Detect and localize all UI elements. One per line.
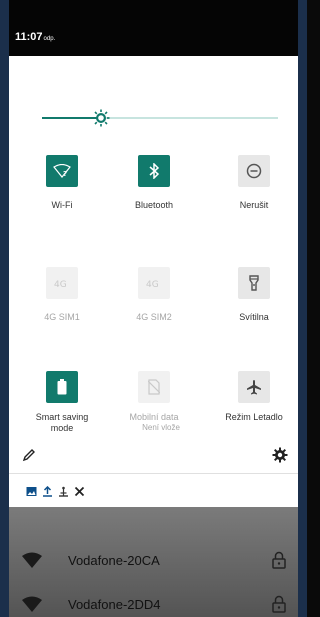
- tile-smart-saving[interactable]: Smart saving mode: [12, 371, 112, 434]
- svg-text:4G: 4G: [146, 280, 159, 289]
- wifi-network-row[interactable]: Vodafone-2DD4: [9, 585, 298, 617]
- clock-time: 11:07: [15, 31, 43, 43]
- gear-icon[interactable]: [272, 447, 288, 463]
- quick-settings-panel: ? Wi-Fi Bluetooth Nerušit 4G 4G SIM1 4G …: [9, 56, 298, 473]
- 4g-icon: 4G: [146, 280, 159, 289]
- tile-label: Mobilní data: [129, 412, 179, 422]
- tile-do-not-disturb[interactable]: Nerušit: [204, 155, 304, 211]
- tile-label: Nerušit: [239, 200, 269, 210]
- wifi-network-row[interactable]: Vodafone-20CA: [9, 541, 298, 581]
- tile-mobile-data[interactable]: Mobilní data Není vlože: [104, 371, 204, 433]
- flashlight-icon: [249, 275, 259, 291]
- tile-sublabel: Není vlože: [142, 423, 180, 432]
- mobile-data-tile-button[interactable]: [138, 371, 170, 403]
- image-icon: [26, 487, 37, 496]
- notification-icons-bar: [9, 473, 298, 507]
- 4g-icon: 4G: [54, 280, 67, 289]
- tile-label: Smart saving mode: [35, 412, 89, 433]
- wifi-network-name: Vodafone-20CA: [68, 553, 160, 568]
- brightness-icon: [92, 109, 110, 127]
- usb-icon: [59, 486, 68, 497]
- tile-flashlight[interactable]: Svítilna: [204, 267, 304, 323]
- bluetooth-icon: [149, 163, 160, 179]
- airplane-tile-button[interactable]: [238, 371, 270, 403]
- tile-label: Svítilna: [239, 312, 269, 322]
- lock-icon: [272, 595, 286, 613]
- battery-icon: [57, 379, 67, 395]
- edit-icon[interactable]: [22, 448, 36, 462]
- airplane-icon: [247, 380, 261, 395]
- sim1-tile-button[interactable]: 4G: [46, 267, 78, 299]
- flashlight-tile-button[interactable]: [238, 267, 270, 299]
- upload-icon: [43, 486, 52, 497]
- tile-wifi[interactable]: ? Wi-Fi: [12, 155, 112, 211]
- wifi-signal-icon: [22, 596, 42, 612]
- status-bar: 11:07odp.: [9, 0, 298, 56]
- wifi-question-icon: ?: [53, 164, 71, 178]
- tools-icon: [74, 486, 85, 497]
- wifi-network-list: Vodafone-20CA Vodafone-2DD4: [9, 507, 298, 617]
- device-edge-left: [0, 0, 9, 617]
- brightness-slider[interactable]: [42, 109, 278, 127]
- svg-text:4G: 4G: [54, 280, 67, 289]
- wifi-network-name: Vodafone-2DD4: [68, 597, 161, 612]
- no-sim-icon: [148, 379, 160, 395]
- tile-label: Wi-Fi: [51, 200, 73, 210]
- wifi-signal-icon: [22, 552, 42, 568]
- lock-icon: [272, 551, 286, 569]
- smart-saving-tile-button[interactable]: [46, 371, 78, 403]
- do-not-disturb-icon: [246, 163, 262, 179]
- svg-text:?: ?: [63, 170, 67, 178]
- tile-label: Bluetooth: [134, 200, 174, 210]
- clock-ampm: odp.: [43, 36, 56, 42]
- tile-label: 4G SIM1: [44, 312, 80, 322]
- sim2-tile-button[interactable]: 4G: [138, 267, 170, 299]
- dnd-tile-button[interactable]: [238, 155, 270, 187]
- tile-label: Režim Letadlo: [225, 412, 283, 422]
- tile-bluetooth[interactable]: Bluetooth: [104, 155, 204, 211]
- wifi-tile-button[interactable]: ?: [46, 155, 78, 187]
- tile-4g-sim1[interactable]: 4G 4G SIM1: [12, 267, 112, 323]
- bluetooth-tile-button[interactable]: [138, 155, 170, 187]
- clock: 11:07odp.: [15, 31, 55, 43]
- tile-airplane-mode[interactable]: Režim Letadlo: [204, 371, 304, 423]
- brightness-thumb[interactable]: [92, 109, 110, 127]
- tile-label: 4G SIM2: [136, 312, 172, 322]
- tile-4g-sim2[interactable]: 4G 4G SIM2: [104, 267, 204, 323]
